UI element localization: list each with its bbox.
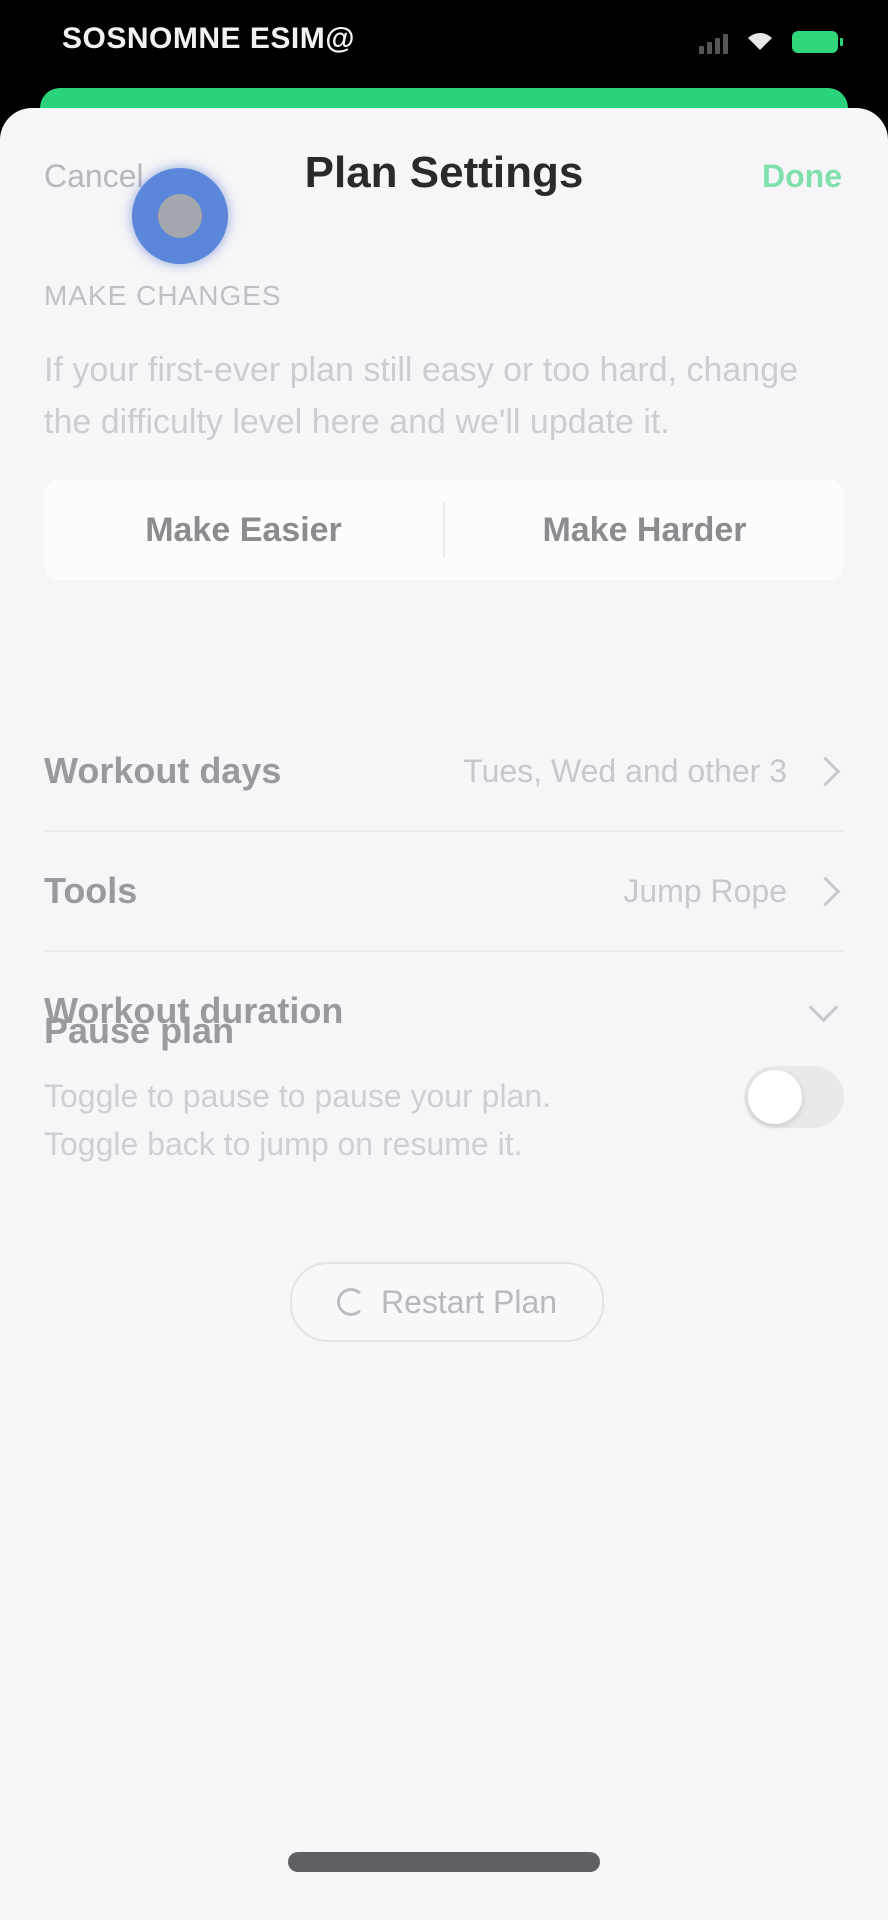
status-bar: SOSNOMNE ESIM@ bbox=[0, 0, 888, 100]
difficulty-segmented-control: Make Easier Make Harder bbox=[44, 480, 844, 580]
home-indicator bbox=[288, 1852, 600, 1872]
restart-icon bbox=[336, 1288, 365, 1316]
page-title: Plan Settings bbox=[304, 148, 584, 197]
plan-settings-sheet: Cancel Plan Settings Done MAKE CHANGES I… bbox=[0, 108, 888, 1920]
restart-plan-button[interactable]: Restart Plan bbox=[290, 1262, 604, 1342]
workout-days-label: Workout days bbox=[44, 750, 282, 791]
section-description: If your first-ever plan still easy or to… bbox=[44, 351, 799, 441]
tools-label: Tools bbox=[44, 870, 138, 911]
workout-days-row[interactable]: Workout days Tues, Wed and other 3 bbox=[44, 712, 844, 832]
status-icons bbox=[699, 30, 843, 54]
pause-plan-title: Pause plan bbox=[44, 1010, 235, 1051]
pause-plan-toggle[interactable] bbox=[744, 1066, 844, 1128]
tools-value: Jump Rope bbox=[623, 872, 787, 909]
pause-plan-description: Toggle to pause to pause your plan. Togg… bbox=[44, 1078, 552, 1162]
chevron-right-icon bbox=[810, 876, 841, 906]
touch-indicator bbox=[132, 168, 228, 264]
restart-plan-label: Restart Plan bbox=[380, 1283, 558, 1320]
wifi-icon bbox=[748, 33, 772, 50]
make-harder-button[interactable]: Make Harder bbox=[445, 480, 844, 580]
chevron-right-icon bbox=[810, 756, 841, 786]
battery-icon bbox=[792, 31, 843, 53]
make-easier-button[interactable]: Make Easier bbox=[44, 480, 443, 580]
section-label: MAKE CHANGES bbox=[44, 280, 282, 311]
signal-icon bbox=[699, 30, 728, 54]
carrier-label: SOSNOMNE ESIM@ bbox=[62, 22, 355, 55]
tools-row[interactable]: Tools Jump Rope bbox=[44, 832, 844, 952]
done-button[interactable]: Done bbox=[762, 158, 842, 195]
pause-plan-section: Pause plan Toggle to pause to pause your… bbox=[44, 1010, 844, 1210]
workout-days-value: Tues, Wed and other 3 bbox=[463, 752, 787, 789]
